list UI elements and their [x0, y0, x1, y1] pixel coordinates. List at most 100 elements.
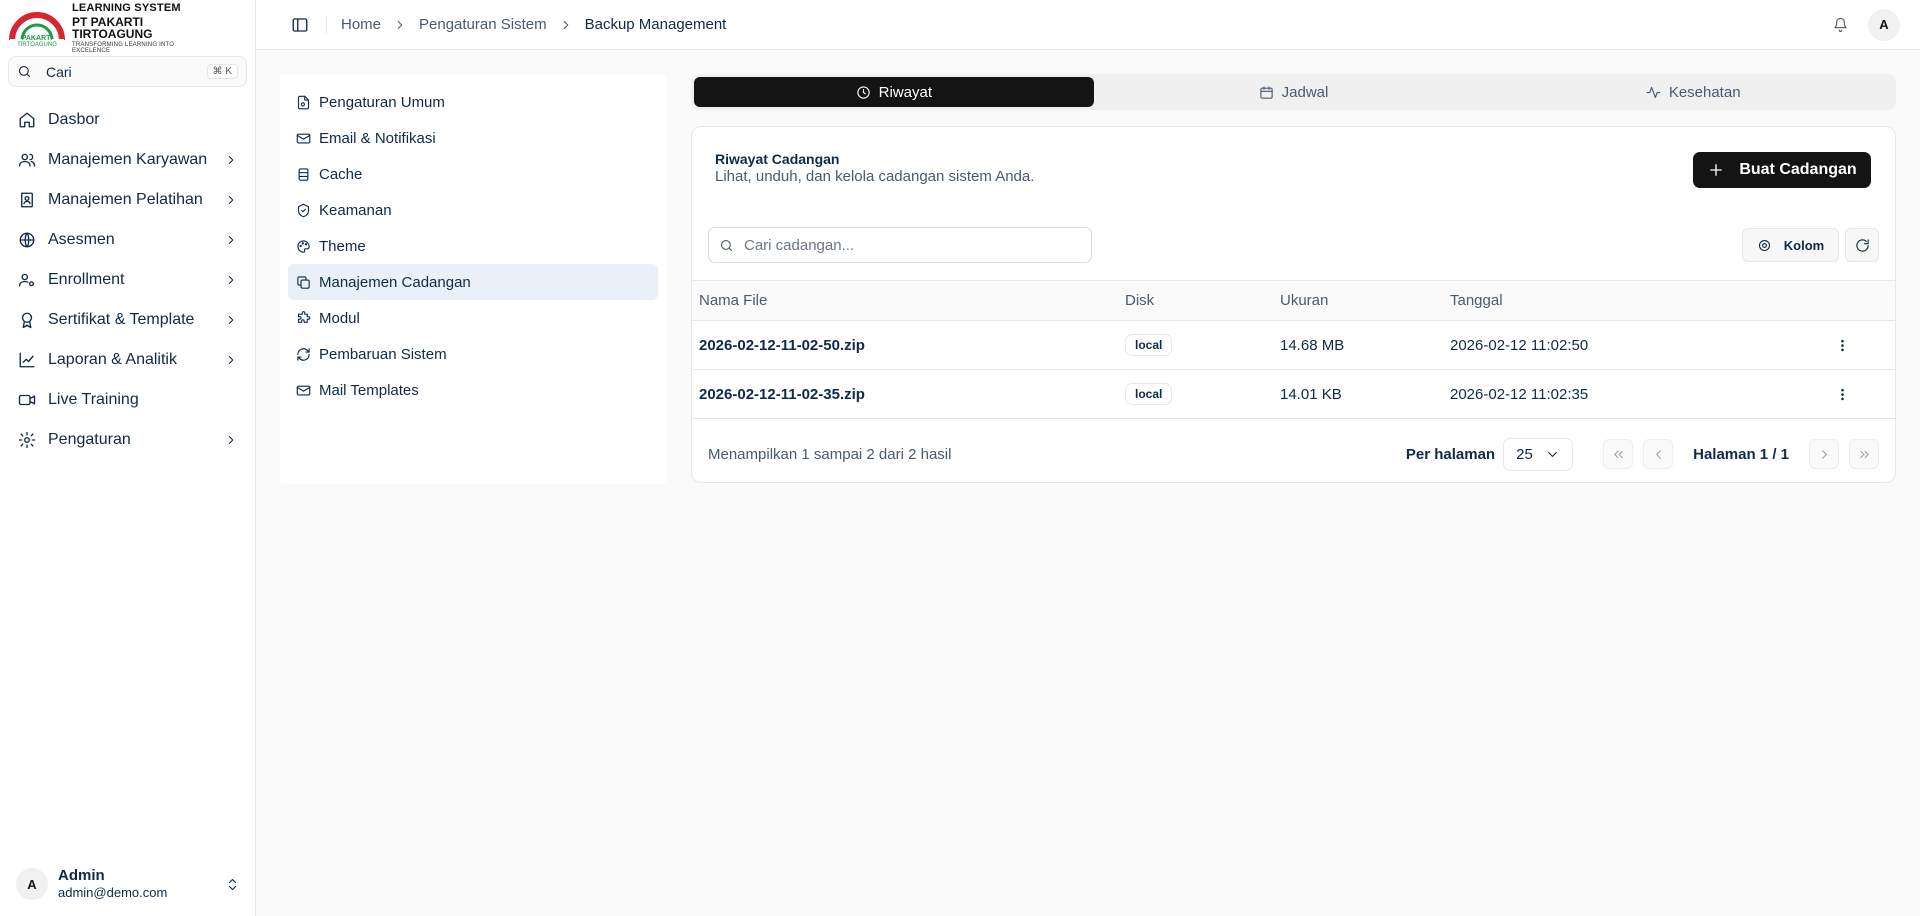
tab-kesehatan[interactable]: Kesehatan — [1493, 77, 1893, 107]
sidebar-toggle-button[interactable] — [284, 9, 316, 41]
breadcrumb-pengaturan-sistem[interactable]: Pengaturan Sistem — [419, 16, 547, 33]
tab-label: Kesehatan — [1668, 83, 1741, 101]
results-summary: Menampilkan 1 sampai 2 dari 2 hasil — [708, 445, 952, 463]
activity-icon — [1646, 86, 1661, 98]
notifications-button[interactable] — [1824, 9, 1856, 41]
sidebar-item-label: Laporan & Analitik — [48, 351, 177, 368]
puzzle-icon — [297, 310, 311, 323]
chevron-down-icon — [1548, 451, 1557, 457]
more-vertical-icon — [1841, 388, 1844, 400]
sidebar-item-asesmen[interactable]: Asesmen — [8, 220, 248, 260]
settings-item-label: Pembaruan Sistem — [319, 345, 447, 363]
tab-jadwal[interactable]: Jadwal — [1094, 77, 1494, 107]
chart-line-icon — [19, 352, 35, 368]
brand-line-1: LEARNING SYSTEM — [72, 1, 181, 14]
settings-item-label: Cache — [319, 165, 363, 183]
column-header-ukuran[interactable]: Ukuran — [1280, 292, 1450, 309]
sidebar-item-label: Asesmen — [48, 231, 115, 248]
user-menu[interactable]: A Admin admin@demo.com — [8, 860, 248, 908]
sidebar-search-label: Cari — [46, 63, 72, 80]
file-cog-icon — [297, 95, 310, 109]
bell-icon — [1833, 17, 1847, 32]
row-actions-button[interactable] — [1831, 333, 1855, 357]
settings-item-email-notifikasi[interactable]: Email & Notifikasi — [288, 120, 658, 156]
sidebar-item-live-training[interactable]: Live Training — [8, 380, 248, 420]
table-header: Nama File Disk Ukuran Tanggal — [692, 280, 1895, 321]
palette-icon — [297, 239, 310, 253]
sidebar-item-label: Live Training — [48, 391, 139, 408]
tab-riwayat[interactable]: Riwayat — [694, 77, 1094, 107]
sidebar-item-label: Manajemen Karyawan — [48, 151, 208, 168]
chevron-right-icon — [228, 275, 234, 285]
sidebar-item-enrollment[interactable]: Enrollment — [8, 260, 248, 300]
column-header-tanggal[interactable]: Tanggal — [1450, 292, 1790, 309]
last-page-button[interactable] — [1849, 439, 1879, 469]
chevron-right-icon — [228, 435, 234, 445]
per-page-value: 25 — [1516, 445, 1533, 463]
settings-item-cache[interactable]: Cache — [288, 156, 658, 192]
sidebar: PAKARTI TIRTOAGUNG LEARNING SYSTEM PT PA… — [0, 0, 256, 916]
settings-item-label: Theme — [319, 237, 366, 255]
refresh-button[interactable] — [1845, 228, 1879, 262]
settings-item-pengaturan-umum[interactable]: Pengaturan Umum — [288, 84, 658, 120]
row-actions-button[interactable] — [1831, 382, 1855, 406]
top-header: Home Pengaturan Sistem Backup Management… — [256, 0, 1920, 50]
settings-item-keamanan[interactable]: Keamanan — [288, 192, 658, 228]
shield-check-icon — [297, 203, 310, 217]
settings-item-modul[interactable]: Modul — [288, 300, 658, 336]
company-logo[interactable]: PAKARTI TIRTOAGUNG LEARNING SYSTEM PT PA… — [8, 2, 208, 54]
chevron-right-icon — [397, 20, 403, 29]
tab-label: Jadwal — [1281, 83, 1329, 101]
refresh-icon — [297, 347, 310, 361]
backup-file-name: 2026-02-12-11-02-50.zip — [699, 336, 865, 354]
disk-badge: local — [1125, 383, 1173, 405]
keyboard-shortcut: ⌘ K — [206, 64, 238, 79]
backup-table: Nama File Disk Ukuran Tanggal 2026-02-12… — [692, 280, 1895, 419]
backup-search-input[interactable] — [744, 236, 1064, 254]
previous-page-button[interactable] — [1643, 439, 1674, 469]
columns-button[interactable]: Kolom — [1742, 228, 1839, 262]
header-avatar[interactable]: A — [1868, 8, 1900, 41]
sidebar-item-label: Manajemen Pelatihan — [48, 191, 203, 208]
sidebar-item-sertifikat-template[interactable]: Sertifikat & Template — [8, 300, 248, 340]
chevrons-left-icon — [1613, 450, 1623, 458]
sidebar-search[interactable]: Cari ⌘ K — [8, 56, 247, 87]
create-backup-button[interactable]: Buat Cadangan — [1693, 152, 1871, 188]
sidebar-item-laporan-analitik[interactable]: Laporan & Analitik — [8, 340, 248, 380]
chevron-right-icon — [563, 20, 568, 29]
chevron-right-icon — [228, 155, 234, 165]
next-page-button[interactable] — [1809, 439, 1839, 469]
clock-icon — [856, 85, 870, 99]
search-icon — [18, 65, 31, 78]
per-page-select[interactable]: 25 — [1503, 437, 1574, 471]
header-divider — [326, 15, 327, 34]
book-user-icon — [21, 192, 33, 208]
create-backup-label: Buat Cadangan — [1739, 161, 1857, 178]
settings-item-mail-templates[interactable]: Mail Templates — [288, 372, 658, 408]
backup-tabs: Riwayat Jadwal Kesehatan — [691, 74, 1896, 110]
sidebar-item-dasbor[interactable]: Dasbor — [8, 100, 248, 140]
pagination: Halaman 1 / 1 — [1603, 439, 1879, 469]
chevron-right-icon — [1821, 449, 1827, 459]
breadcrumb: Home Pengaturan Sistem Backup Management — [341, 16, 726, 33]
award-icon — [21, 312, 33, 329]
column-header-disk[interactable]: Disk — [1125, 292, 1280, 309]
sidebar-item-manajemen-karyawan[interactable]: Manajemen Karyawan — [8, 140, 248, 180]
breadcrumb-home[interactable]: Home — [341, 16, 381, 33]
table-row: 2026-02-12-11-02-35.zip local 14.01 KB 2… — [692, 370, 1895, 419]
settings-item-theme[interactable]: Theme — [288, 228, 658, 264]
sidebar-item-manajemen-pelatihan[interactable]: Manajemen Pelatihan — [8, 180, 248, 220]
settings-item-pembaruan-sistem[interactable]: Pembaruan Sistem — [288, 336, 658, 372]
sidebar-item-pengaturan[interactable]: Pengaturan — [8, 420, 248, 460]
settings-item-manajemen-cadangan[interactable]: Manajemen Cadangan — [288, 264, 658, 300]
first-page-button[interactable] — [1603, 439, 1634, 469]
per-page-label: Per halaman — [1405, 445, 1496, 463]
table-row: 2026-02-12-11-02-50.zip local 14.68 MB 2… — [692, 321, 1895, 370]
user-cog-icon — [18, 273, 35, 287]
avatar: A — [16, 868, 48, 900]
column-header-nama-file[interactable]: Nama File — [692, 292, 1125, 309]
database-icon — [298, 167, 309, 181]
settings-icon — [1758, 239, 1770, 251]
panel-left-icon — [292, 17, 308, 32]
globe-icon — [19, 232, 35, 248]
